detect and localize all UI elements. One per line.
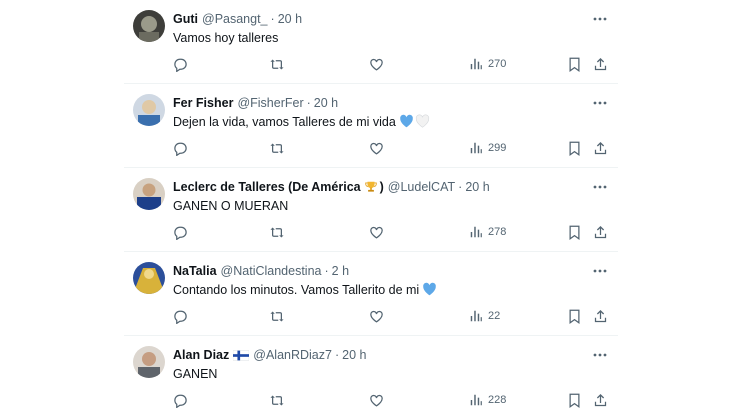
more-options-icon[interactable]	[592, 95, 608, 111]
reply-icon[interactable]	[173, 139, 188, 157]
action-bar: 299	[173, 139, 610, 157]
author-name-suffix[interactable]: )	[380, 180, 384, 194]
more-options-icon[interactable]	[592, 179, 608, 195]
retweet-icon[interactable]	[269, 139, 285, 157]
tweet-text: Contando los minutos. Vamos Tallerito de…	[173, 283, 420, 297]
action-bar: 278	[173, 223, 610, 241]
reply-icon[interactable]	[173, 391, 188, 409]
avatar[interactable]	[133, 94, 165, 126]
blue-heart-icon	[399, 114, 414, 131]
reply-icon[interactable]	[173, 307, 188, 325]
views-button[interactable]: 299	[469, 139, 506, 157]
tweet[interactable]: Fer Fisher @FisherFer · 20 h Dejen la vi…	[124, 84, 618, 168]
bookmark-icon[interactable]	[568, 307, 581, 325]
author-name[interactable]: Alan Diaz	[173, 348, 229, 362]
tweet[interactable]: NaTalia @NatiClandestina · 2 h Contando …	[124, 252, 618, 336]
author-handle[interactable]: @Pasangt_	[202, 12, 268, 26]
share-icon[interactable]	[593, 307, 608, 325]
timestamp[interactable]: 20 h	[314, 96, 338, 110]
tweet-text: Dejen la vida, vamos Talleres de mi vida	[173, 115, 396, 129]
author-name[interactable]: Fer Fisher	[173, 96, 233, 110]
more-options-icon[interactable]	[592, 11, 608, 27]
author-handle[interactable]: @FisherFer	[237, 96, 303, 110]
tweet-text: Vamos hoy talleres	[173, 31, 279, 45]
bookmark-icon[interactable]	[568, 223, 581, 241]
avatar[interactable]	[133, 178, 165, 210]
retweet-icon[interactable]	[269, 307, 285, 325]
tweet[interactable]: Guti @Pasangt_ · 20 h Vamos hoy talleres	[124, 0, 618, 84]
views-icon	[469, 309, 483, 323]
like-icon[interactable]	[369, 223, 384, 241]
white-heart-icon	[415, 114, 430, 131]
retweet-icon[interactable]	[269, 391, 285, 409]
timestamp[interactable]: 20 h	[278, 12, 302, 26]
reply-icon[interactable]	[173, 55, 188, 73]
retweet-icon[interactable]	[269, 55, 285, 73]
author-handle[interactable]: @NatiClandestina	[221, 264, 322, 278]
like-icon[interactable]	[369, 139, 384, 157]
author-name[interactable]: NaTalia	[173, 264, 217, 278]
author-handle[interactable]: @AlanRDiaz7	[253, 348, 332, 362]
tweet-text: GANEN O MUERAN	[173, 199, 289, 213]
more-options-icon[interactable]	[592, 263, 608, 279]
action-bar: 270	[173, 55, 610, 73]
views-count: 299	[488, 142, 507, 154]
views-count: 270	[488, 58, 507, 70]
views-button[interactable]: 22	[469, 307, 500, 325]
separator-dot: ·	[334, 348, 340, 362]
more-options-icon[interactable]	[592, 347, 608, 363]
action-bar: 22	[173, 307, 610, 325]
tweet-feed: Guti @Pasangt_ · 20 h Vamos hoy talleres	[124, 0, 618, 419]
timestamp[interactable]: 20 h	[465, 180, 489, 194]
views-button[interactable]: 228	[469, 391, 506, 409]
finland-flag-icon	[233, 349, 250, 361]
reply-icon[interactable]	[173, 223, 188, 241]
views-count: 22	[488, 310, 501, 322]
views-button[interactable]: 278	[469, 223, 506, 241]
views-icon	[469, 141, 483, 155]
timestamp[interactable]: 2 h	[332, 264, 349, 278]
retweet-icon[interactable]	[269, 223, 285, 241]
tweet[interactable]: Leclerc de Talleres (De América ) @Ludel…	[124, 168, 618, 252]
separator-dot: ·	[458, 180, 463, 194]
like-icon[interactable]	[369, 55, 384, 73]
share-icon[interactable]	[593, 223, 608, 241]
author-handle[interactable]: @LudelCAT	[388, 180, 455, 194]
views-button[interactable]: 270	[469, 55, 506, 73]
action-bar: 228	[173, 391, 610, 409]
separator-dot: ·	[270, 12, 275, 26]
share-icon[interactable]	[593, 139, 608, 157]
avatar[interactable]	[133, 346, 165, 378]
bookmark-icon[interactable]	[568, 55, 581, 73]
tweet-text: GANEN	[173, 367, 218, 381]
author-name[interactable]: Guti	[173, 12, 198, 26]
views-icon	[469, 393, 483, 407]
like-icon[interactable]	[369, 307, 384, 325]
tweet[interactable]: Alan Diaz @AlanRDiaz7 · 20 h GANEN 228	[124, 336, 618, 419]
trophy-icon	[364, 180, 378, 194]
share-icon[interactable]	[593, 391, 608, 409]
author-name[interactable]: Leclerc de Talleres (De América	[173, 180, 361, 194]
views-count: 278	[488, 226, 507, 238]
like-icon[interactable]	[369, 391, 384, 409]
views-icon	[469, 57, 483, 71]
views-icon	[469, 225, 483, 239]
bookmark-icon[interactable]	[568, 139, 581, 157]
timestamp[interactable]: 20 h	[342, 348, 366, 362]
avatar[interactable]	[133, 10, 165, 42]
blue-heart-icon	[422, 282, 437, 299]
separator-dot: ·	[306, 96, 311, 110]
views-count: 228	[488, 394, 507, 406]
bookmark-icon[interactable]	[568, 391, 581, 409]
separator-dot: ·	[324, 264, 329, 278]
share-icon[interactable]	[593, 55, 608, 73]
avatar[interactable]	[133, 262, 165, 294]
